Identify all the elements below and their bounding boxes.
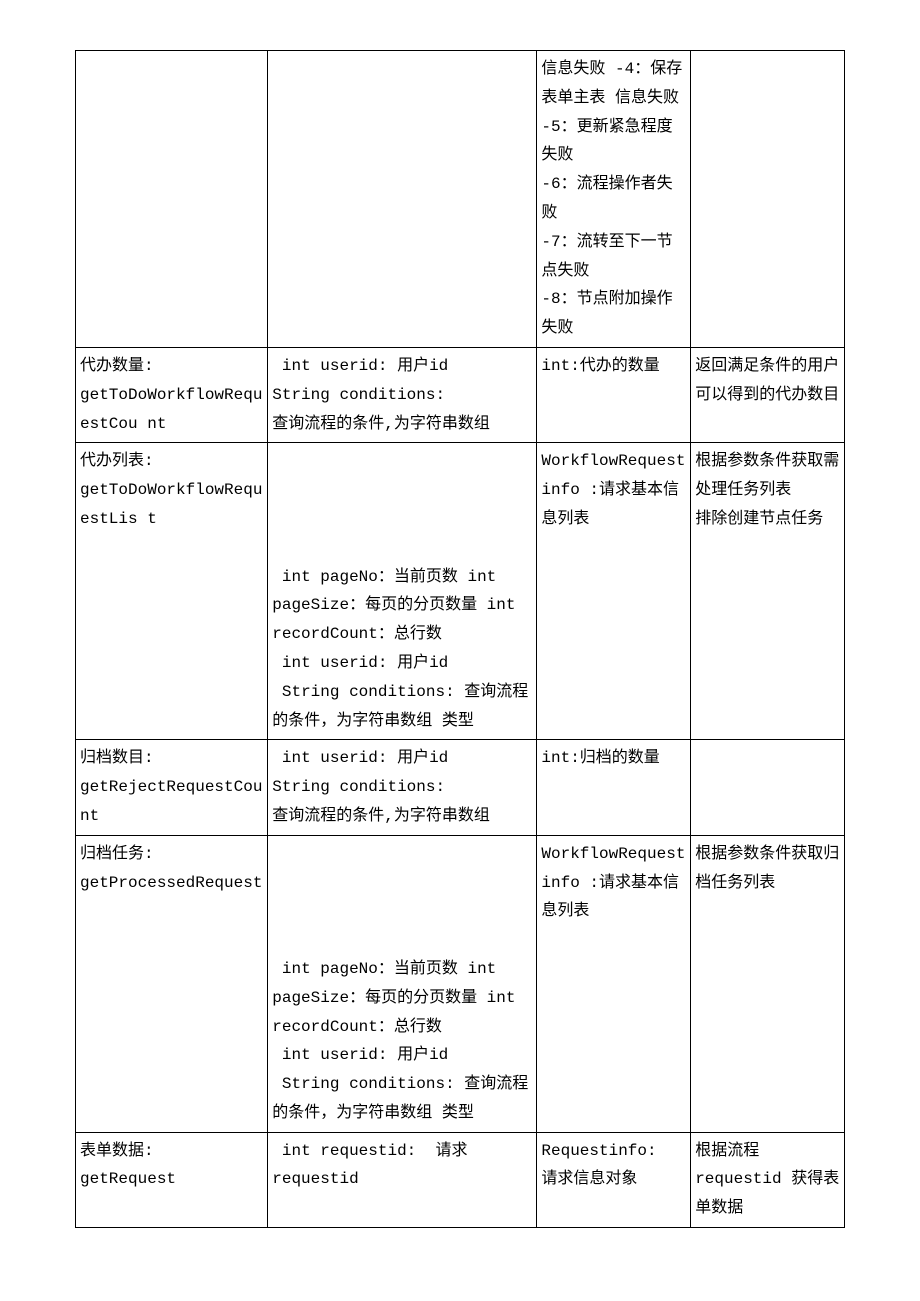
cell-desc <box>691 51 845 348</box>
cell-method: 代办数量: getToDoWorkflowRequestCou nt <box>76 347 268 442</box>
cell-method: 代办列表: getToDoWorkflowRequestLis t <box>76 443 268 740</box>
table-row: 表单数据: getRequest int requestid: 请求 reque… <box>76 1132 845 1227</box>
cell-desc: 根据参数条件获取归档任务列表 <box>691 835 845 1132</box>
cell-method: 归档数目: getRejectRequestCount <box>76 740 268 835</box>
api-table: 信息失败 -4：保存表单主表 信息失败 -5：更新紧急程度失败 -6：流程操作者… <box>75 50 845 1228</box>
cell-desc: 根据参数条件获取需处理任务列表 排除创建节点任务 <box>691 443 845 740</box>
document-page: 信息失败 -4：保存表单主表 信息失败 -5：更新紧急程度失败 -6：流程操作者… <box>0 0 920 1288</box>
table-row: 信息失败 -4：保存表单主表 信息失败 -5：更新紧急程度失败 -6：流程操作者… <box>76 51 845 348</box>
cell-method <box>76 51 268 348</box>
cell-return: int:代办的数量 <box>537 347 691 442</box>
table-row: 归档数目: getRejectRequestCount int userid: … <box>76 740 845 835</box>
cell-params: int pageNo：当前页数 int pageSize：每页的分页数量 int… <box>268 443 537 740</box>
cell-return: WorkflowRequestinfo :请求基本信息列表 <box>537 835 691 1132</box>
cell-params: int pageNo：当前页数 int pageSize：每页的分页数量 int… <box>268 835 537 1132</box>
cell-params: int userid: 用户id String conditions: 查询流程… <box>268 740 537 835</box>
cell-return: Requestinfo: 请求信息对象 <box>537 1132 691 1227</box>
cell-desc: 根据流程requestid 获得表单数据 <box>691 1132 845 1227</box>
cell-method: 表单数据: getRequest <box>76 1132 268 1227</box>
table-row: 代办列表: getToDoWorkflowRequestLis t int pa… <box>76 443 845 740</box>
cell-params: int requestid: 请求 requestid <box>268 1132 537 1227</box>
cell-method: 归档任务: getProcessedRequest <box>76 835 268 1132</box>
cell-return: int:归档的数量 <box>537 740 691 835</box>
table-row: 归档任务: getProcessedRequest int pageNo：当前页… <box>76 835 845 1132</box>
cell-desc <box>691 740 845 835</box>
cell-return: WorkflowRequestinfo :请求基本信息列表 <box>537 443 691 740</box>
cell-desc: 返回满足条件的用户可以得到的代办数目 <box>691 347 845 442</box>
table-row: 代办数量: getToDoWorkflowRequestCou nt int u… <box>76 347 845 442</box>
cell-params: int userid: 用户id String conditions: 查询流程… <box>268 347 537 442</box>
cell-return: 信息失败 -4：保存表单主表 信息失败 -5：更新紧急程度失败 -6：流程操作者… <box>537 51 691 348</box>
cell-params <box>268 51 537 348</box>
